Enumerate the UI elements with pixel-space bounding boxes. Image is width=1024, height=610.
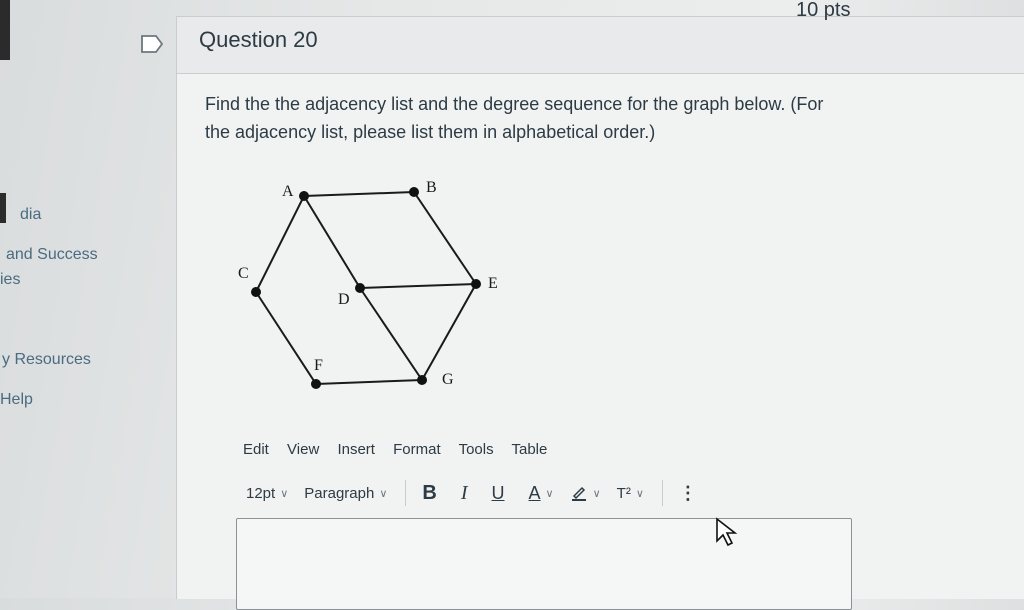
node-c [251, 287, 261, 297]
bookmark-flag-icon[interactable] [140, 34, 164, 54]
active-marker [0, 193, 6, 223]
pen-highlight-icon [571, 486, 586, 501]
node-b [409, 187, 419, 197]
sidebar-item-help[interactable]: Help [0, 391, 33, 409]
edge-a-d [303, 195, 361, 289]
italic-button[interactable]: I [461, 482, 468, 505]
menu-view[interactable]: View [287, 441, 319, 458]
node-label-f: F [314, 357, 323, 374]
question-prompt: Find the the adjacency list and the degr… [205, 90, 855, 146]
node-label-b: B [426, 179, 437, 196]
bold-button[interactable]: B [422, 482, 436, 505]
menu-format[interactable]: Format [393, 441, 441, 458]
node-g [417, 375, 427, 385]
text-color-button[interactable]: A ∨ [529, 483, 554, 504]
edge-b-e [413, 191, 477, 285]
menu-tools[interactable]: Tools [459, 441, 494, 458]
sidebar-item-success-cont[interactable]: ies [0, 271, 20, 289]
superscript-icon: T² [616, 484, 631, 502]
menu-edit[interactable]: Edit [243, 441, 269, 458]
block-format-value: Paragraph [304, 484, 375, 502]
sidebar-item-resources[interactable]: y Resources [2, 351, 91, 369]
question-header: Question 20 [177, 17, 1024, 74]
node-f [311, 379, 321, 389]
sidebar-edge [0, 0, 10, 60]
chevron-down-icon: ∨ [545, 487, 554, 500]
chevron-down-icon: ∨ [379, 487, 388, 500]
answer-editor[interactable] [236, 518, 852, 610]
menu-insert[interactable]: Insert [337, 441, 375, 458]
edge-a-b [303, 191, 415, 197]
block-format-select[interactable]: Paragraph ∨ [304, 485, 387, 502]
highlight-color-button[interactable]: ∨ [570, 484, 601, 502]
node-label-d: D [338, 291, 350, 308]
sidebar-item-success[interactable]: and Success [6, 246, 98, 264]
superscript-button[interactable]: T² ∨ [617, 485, 644, 502]
menu-table[interactable]: Table [512, 441, 548, 458]
chevron-down-icon: ∨ [280, 487, 289, 500]
edge-f-g [315, 379, 423, 385]
node-label-e: E [488, 275, 498, 292]
underline-button[interactable]: U [492, 483, 505, 504]
more-options-icon[interactable]: ⋮ [679, 483, 697, 504]
text-color-icon: A [528, 482, 541, 503]
graph-figure: A B C D E F G [238, 179, 498, 389]
prompt-line-2: the adjacency list, please list them in … [205, 122, 656, 142]
edge-d-e [359, 283, 477, 289]
editor-toolbar: 12pt ∨ Paragraph ∨ B I U A ∨ ∨ T² ∨ ⋮ [246, 480, 697, 506]
question-points: 10 pts [796, 0, 851, 21]
course-sidebar: dia and Success ies y Resources Help [0, 0, 150, 598]
edge-a-c [255, 195, 305, 293]
edge-e-g [421, 283, 477, 381]
node-label-g: G [442, 371, 454, 388]
node-label-a: A [282, 183, 294, 200]
edge-c-f [255, 291, 317, 385]
chevron-down-icon: ∨ [592, 487, 601, 500]
edge-d-g [359, 287, 423, 381]
question-title: Question 20 [199, 27, 318, 52]
node-label-c: C [238, 265, 249, 282]
editor-menubar: Edit View Insert Format Tools Table [243, 441, 561, 458]
toolbar-divider [405, 480, 407, 506]
node-a [299, 191, 309, 201]
sidebar-item-media[interactable]: dia [20, 206, 41, 224]
node-e [471, 279, 481, 289]
prompt-line-1: Find the the adjacency list and the degr… [205, 94, 824, 114]
chevron-down-icon: ∨ [635, 487, 644, 500]
font-size-value: 12pt [246, 484, 276, 502]
mouse-pointer-icon [716, 517, 738, 547]
node-d [355, 283, 365, 293]
font-size-select[interactable]: 12pt ∨ [246, 485, 288, 502]
toolbar-divider [661, 480, 663, 506]
